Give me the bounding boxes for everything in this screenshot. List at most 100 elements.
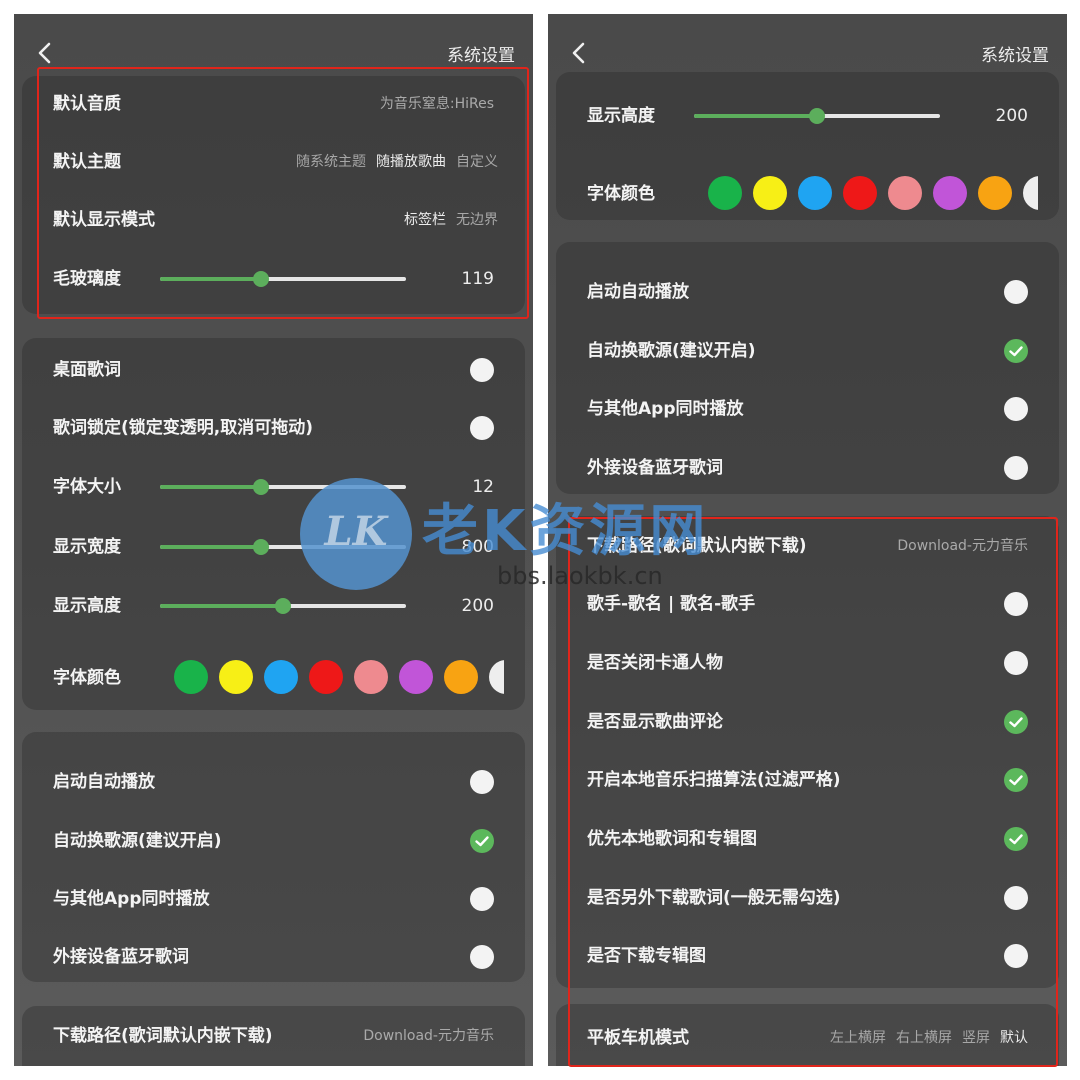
local-priority-row[interactable]: 优先本地歌词和专辑图 [556,819,1059,859]
play-with-apps-row[interactable]: 与其他App同时播放 [556,389,1059,429]
back-chevron-icon[interactable] [32,40,58,66]
tablet-mode-row: 平板车机模式 左上横屏 右上横屏 竖屏 默认 [556,1018,1059,1058]
play-with-apps-toggle[interactable] [1004,397,1028,421]
lyrics-lock-toggle[interactable] [470,416,494,440]
right-settings-screen: 系统设置 显示高度 200 字体颜色 启动自动播放 自动换歌源(建议开启) 与其… [548,14,1067,1066]
auto-switch-toggle[interactable] [1004,339,1028,363]
show-comments-row[interactable]: 是否显示歌曲评论 [556,702,1059,742]
singer-song-toggle[interactable] [1004,592,1028,616]
auto-switch-toggle[interactable] [470,829,494,853]
bt-lyrics-row[interactable]: 外接设备蓝牙歌词 [22,937,525,977]
color-swatch[interactable] [219,660,253,694]
desktop-lyrics-row[interactable]: 桌面歌词 [22,350,525,390]
bt-lyrics-toggle[interactable] [1004,456,1028,480]
color-swatch[interactable] [753,176,787,210]
display-width-slider[interactable] [160,539,406,555]
lyrics-card: 显示高度 200 字体颜色 [556,72,1059,220]
theme-option-song[interactable]: 随播放歌曲 [376,154,446,170]
tablet-option-left[interactable]: 左上横屏 [830,1030,886,1046]
frost-label: 毛玻璃度 [53,269,121,289]
color-swatch[interactable] [978,176,1012,210]
play-with-apps-label: 与其他App同时播放 [587,399,744,419]
play-with-apps-toggle[interactable] [470,887,494,911]
desktop-lyrics-toggle[interactable] [470,358,494,382]
color-swatch[interactable] [174,660,208,694]
show-comments-toggle[interactable] [1004,710,1028,734]
extra-lyrics-row[interactable]: 是否另外下载歌词(一般无需勾选) [556,878,1059,918]
frost-slider[interactable] [160,271,406,287]
auto-switch-row[interactable]: 自动换歌源(建议开启) [556,331,1059,371]
auto-play-toggle[interactable] [1004,280,1028,304]
play-with-apps-label: 与其他App同时播放 [53,889,210,909]
auto-switch-row[interactable]: 自动换歌源(建议开启) [22,821,525,861]
singer-song-label: 歌手-歌名 | 歌名-歌手 [587,594,756,614]
download-path-value[interactable]: Download-元力音乐 [363,1016,494,1056]
download-cover-row[interactable]: 是否下载专辑图 [556,936,1059,976]
theme-options: 随系统主题 随播放歌曲 自定义 [286,142,498,182]
color-swatch[interactable] [843,176,877,210]
default-theme-label: 默认主题 [53,152,121,172]
frost-value: 119 [461,269,494,289]
color-swatch[interactable] [1023,176,1038,210]
scan-algorithm-row[interactable]: 开启本地音乐扫描算法(过滤严格) [556,760,1059,800]
display-height-label: 显示高度 [587,106,655,126]
color-swatch[interactable] [309,660,343,694]
frost-slider-thumb[interactable] [252,271,269,287]
tablet-option-default[interactable]: 默认 [1000,1030,1028,1046]
display-mode-option-tabbar[interactable]: 标签栏 [404,212,446,228]
color-swatch[interactable] [708,176,742,210]
auto-switch-label: 自动换歌源(建议开启) [53,831,222,851]
auto-play-toggle[interactable] [470,770,494,794]
download-path-row[interactable]: 下载路径(歌词默认内嵌下载) Download-元力音乐 [22,1016,525,1056]
theme-option-custom[interactable]: 自定义 [456,154,498,170]
tablet-option-right[interactable]: 右上横屏 [896,1030,952,1046]
auto-play-row[interactable]: 启动自动播放 [556,272,1059,312]
extra-lyrics-toggle[interactable] [1004,886,1028,910]
download-cover-label: 是否下载专辑图 [587,946,706,966]
font-size-label: 字体大小 [53,477,121,497]
display-height-slider-thumb[interactable] [275,598,291,614]
download-path-row[interactable]: 下载路径(歌词默认内嵌下载) Download-元力音乐 [556,526,1059,566]
default-quality-value[interactable]: 为音乐窒息:HiRes [380,84,494,124]
font-size-slider[interactable] [160,479,406,495]
tablet-option-portrait[interactable]: 竖屏 [962,1030,990,1046]
color-swatch[interactable] [444,660,478,694]
display-height-slider-thumb[interactable] [809,108,825,124]
close-cartoon-toggle[interactable] [1004,651,1028,675]
color-swatch[interactable] [264,660,298,694]
color-swatch[interactable] [798,176,832,210]
back-chevron-icon[interactable] [566,40,592,66]
download-path-value[interactable]: Download-元力音乐 [897,526,1028,566]
font-size-slider-thumb[interactable] [252,479,269,495]
auto-play-row[interactable]: 启动自动播放 [22,762,525,802]
top-bar: 系统设置 [548,36,1067,70]
auto-switch-label: 自动换歌源(建议开启) [587,341,756,361]
display-height-slider-fill [694,114,817,118]
font-color-label: 字体颜色 [587,184,655,204]
display-width-slider-thumb[interactable] [252,539,269,555]
singer-song-row[interactable]: 歌手-歌名 | 歌名-歌手 [556,584,1059,624]
lyrics-lock-row[interactable]: 歌词锁定(锁定变透明,取消可拖动) [22,408,525,448]
bt-lyrics-toggle[interactable] [470,945,494,969]
close-cartoon-row[interactable]: 是否关闭卡通人物 [556,643,1059,683]
download-cover-toggle[interactable] [1004,944,1028,968]
scan-algorithm-label: 开启本地音乐扫描算法(过滤严格) [587,770,841,790]
default-quality-row[interactable]: 默认音质 为音乐窒息:HiRes [22,84,525,124]
auto-play-label: 启动自动播放 [587,282,689,302]
color-swatch[interactable] [933,176,967,210]
display-height-slider[interactable] [160,598,406,614]
local-priority-toggle[interactable] [1004,827,1028,851]
bt-lyrics-row[interactable]: 外接设备蓝牙歌词 [556,448,1059,488]
color-swatch[interactable] [489,660,504,694]
scan-algorithm-toggle[interactable] [1004,768,1028,792]
color-swatch[interactable] [399,660,433,694]
color-swatch[interactable] [888,176,922,210]
display-mode-options: 标签栏 无边界 [394,200,498,240]
play-with-apps-row[interactable]: 与其他App同时播放 [22,879,525,919]
frost-slider-fill [160,277,261,281]
theme-option-system[interactable]: 随系统主题 [296,154,366,170]
download-card: 下载路径(歌词默认内嵌下载) Download-元力音乐 [22,1006,525,1066]
display-mode-option-borderless[interactable]: 无边界 [456,212,498,228]
color-swatch[interactable] [354,660,388,694]
display-height-slider[interactable] [694,108,940,124]
